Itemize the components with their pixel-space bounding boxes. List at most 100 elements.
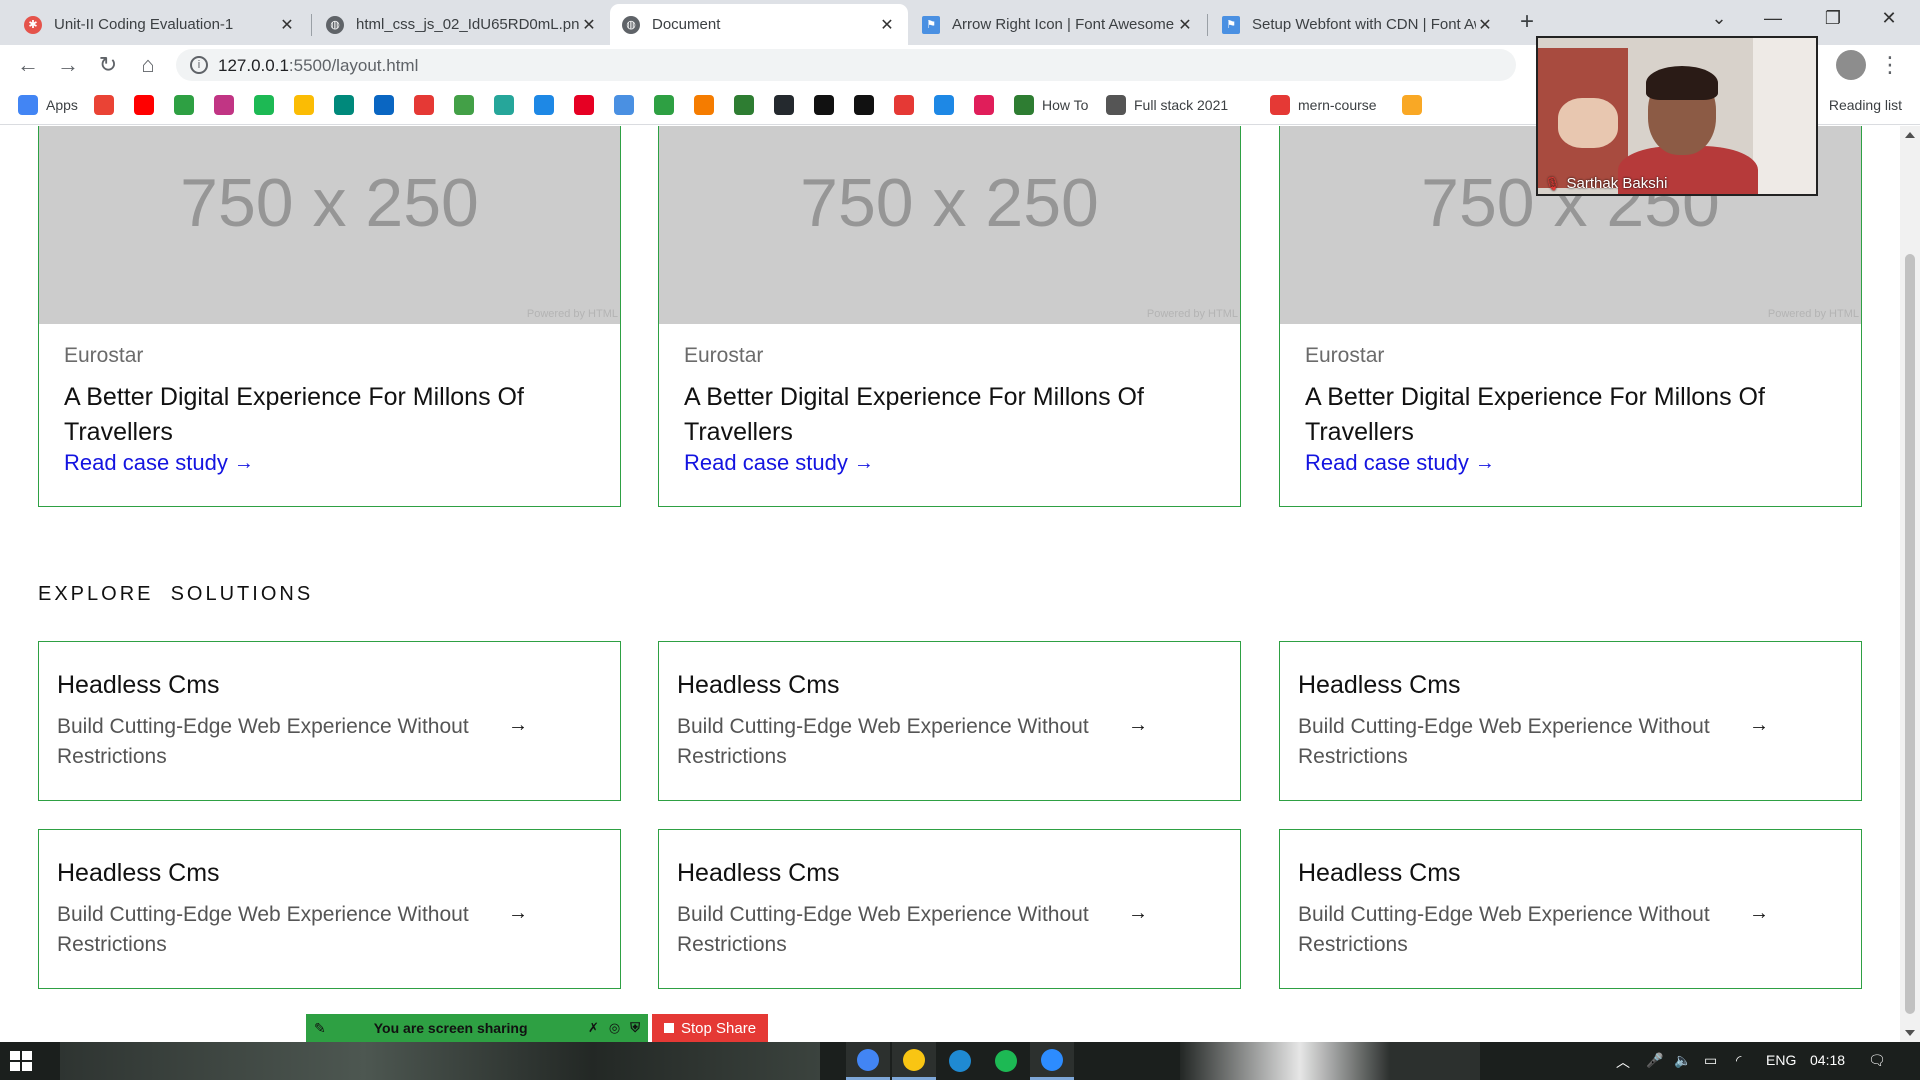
solution-card[interactable]: Headless Cms Build Cutting-Edge Web Expe… (1279, 641, 1862, 801)
address-bar[interactable]: i 127.0.0.1:5500/layout.html (176, 49, 1516, 81)
tab-html-css-js-image[interactable]: ◍ html_css_js_02_IdU65RD0mL.png ✕ (314, 4, 610, 45)
shield-icon[interactable]: ⛨ (630, 1020, 640, 1036)
taskbar-app-button[interactable] (846, 1042, 890, 1080)
arrow-right-icon: → (233, 451, 254, 474)
solution-card[interactable]: Headless Cms Build Cutting-Edge Web Expe… (38, 829, 621, 989)
tab-document[interactable]: ◍ Document ✕ (610, 4, 908, 45)
bookmark-item[interactable] (534, 94, 554, 116)
stop-share-button[interactable]: Stop Share (652, 1014, 769, 1042)
tray-chevron-icon[interactable]: ︿ (1616, 1052, 1630, 1072)
bookmark-item[interactable] (134, 94, 154, 116)
bookmark-item[interactable] (654, 94, 674, 116)
bookmark-item[interactable] (774, 94, 794, 116)
taskbar-app-button[interactable] (1030, 1042, 1074, 1080)
language-indicator[interactable]: ENG (1766, 1052, 1796, 1068)
masai-icon: ✱ (24, 15, 42, 34)
arrow-right-icon[interactable]: → (508, 902, 528, 925)
solution-card[interactable]: Headless Cms Build Cutting-Edge Web Expe… (658, 829, 1241, 989)
close-icon[interactable]: ✕ (878, 15, 896, 35)
restore-icon[interactable]: ❐ (1810, 8, 1856, 29)
bookmark-item[interactable] (574, 94, 594, 116)
wifi-icon[interactable]: ◜ (1736, 1052, 1741, 1069)
bookmark-item[interactable] (294, 94, 314, 116)
bookmark-item[interactable]: mern-course (1270, 94, 1377, 116)
arrow-right-icon[interactable]: → (508, 714, 528, 737)
close-icon[interactable]: ✕ (1176, 15, 1194, 35)
bookmark-item[interactable] (1402, 94, 1422, 116)
bookmark-item[interactable] (374, 94, 394, 116)
bookmark-item[interactable] (894, 94, 914, 116)
case-study-image-placeholder: 750 x 250 Powered by HTML (659, 126, 1240, 324)
bookmark-item[interactable] (614, 94, 634, 116)
clock[interactable]: 04:18 (1810, 1052, 1845, 1068)
microphone-icon[interactable]: 🎤 (1646, 1052, 1663, 1069)
battery-icon[interactable]: ▭ (1704, 1052, 1717, 1069)
windows-start-icon[interactable] (10, 1051, 32, 1071)
reload-icon[interactable]: ↻ (94, 51, 122, 79)
volume-icon[interactable]: 🔈 (1674, 1052, 1691, 1069)
read-case-study-link[interactable]: Read case study → (684, 450, 874, 476)
new-tab-button[interactable]: + (1520, 8, 1534, 36)
site-info-icon[interactable]: i (190, 56, 208, 74)
bookmark-item[interactable] (454, 94, 474, 116)
solution-title: Headless Cms (677, 671, 840, 699)
forward-arrow-icon[interactable]: → (54, 51, 82, 79)
bookmark-item[interactable] (414, 94, 434, 116)
close-icon[interactable]: ✕ (278, 15, 296, 35)
read-case-study-link[interactable]: Read case study → (64, 450, 254, 476)
bookmark-item[interactable] (734, 94, 754, 116)
read-case-study-link[interactable]: Read case study → (1305, 450, 1495, 476)
bookmark-item[interactable] (94, 94, 114, 116)
arrow-right-icon[interactable]: → (1128, 714, 1148, 737)
bookmark-item[interactable] (494, 94, 514, 116)
arrow-right-icon[interactable]: → (1749, 902, 1769, 925)
apps-grid-icon (18, 95, 38, 115)
address-url[interactable]: 127.0.0.1:5500/layout.html (218, 56, 418, 76)
solution-card[interactable]: Headless Cms Build Cutting-Edge Web Expe… (658, 641, 1241, 801)
record-icon[interactable]: ◎ (609, 1020, 620, 1036)
bookmark-item[interactable] (854, 94, 874, 116)
tab-setup-webfont[interactable]: ⚑ Setup Webfont with CDN | Font Awesome … (1210, 4, 1506, 45)
screen-sharing-indicator[interactable]: ✎ You are screen sharing ✗ ◎ ⛨ (306, 1014, 648, 1042)
profile-avatar[interactable] (1836, 50, 1866, 80)
tab-search-chevron-icon[interactable]: ⌄ (1696, 8, 1742, 29)
case-study-image-placeholder: 750 x 250 Powered by HTML (39, 126, 620, 324)
bookmark-item[interactable]: Full stack 2021 (1106, 94, 1228, 116)
arrow-right-icon[interactable]: → (1128, 902, 1148, 925)
close-icon[interactable]: ✕ (580, 15, 598, 35)
more-menu-icon[interactable]: ⋮ (1876, 51, 1904, 79)
bookmark-item[interactable] (694, 94, 714, 116)
scrollbar-thumb[interactable] (1905, 254, 1915, 1014)
taskbar-app-button[interactable] (984, 1042, 1028, 1080)
minimize-icon[interactable]: — (1750, 8, 1796, 29)
bookmark-item[interactable] (974, 94, 994, 116)
scroll-down-arrow-icon[interactable] (1905, 1030, 1915, 1036)
bookmark-item[interactable] (934, 94, 954, 116)
zoom-video-thumbnail[interactable]: 🎙 Sarthak Bakshi (1536, 36, 1818, 196)
window-close-icon[interactable]: ✕ (1866, 8, 1912, 29)
close-icon[interactable]: ✕ (1476, 15, 1494, 35)
page-scrollbar[interactable] (1900, 126, 1920, 1042)
bookmark-item[interactable] (334, 94, 354, 116)
solution-card[interactable]: Headless Cms Build Cutting-Edge Web Expe… (1279, 829, 1862, 989)
bookmark-item[interactable]: How To (1014, 94, 1088, 116)
solution-card[interactable]: Headless Cms Build Cutting-Edge Web Expe… (38, 641, 621, 801)
bookmark-item[interactable] (814, 94, 834, 116)
scroll-up-arrow-icon[interactable] (1905, 132, 1915, 138)
bookmark-item[interactable]: Apps (18, 94, 78, 116)
bookmark-item[interactable] (214, 94, 234, 116)
mute-mic-icon[interactable]: ✗ (588, 1020, 599, 1036)
tab-arrow-right-icon[interactable]: ⚑ Arrow Right Icon | Font Awesome ✕ (910, 4, 1206, 45)
notifications-icon[interactable]: 🗨 (1868, 1052, 1886, 1069)
bookmark-item[interactable] (174, 94, 194, 116)
reading-list-button[interactable]: Reading list (1829, 94, 1902, 116)
tab-unit-ii-coding-evaluation[interactable]: ✱ Unit-II Coding Evaluation-1 ✕ (12, 4, 308, 45)
tab-title: Unit-II Coding Evaluation-1 (54, 16, 234, 33)
taskbar-app-button[interactable] (938, 1042, 982, 1080)
home-icon[interactable]: ⌂ (134, 51, 162, 79)
arrow-right-icon[interactable]: → (1749, 714, 1769, 737)
taskbar-app-button[interactable] (892, 1042, 936, 1080)
bookmark-item[interactable] (254, 94, 274, 116)
stop-icon (664, 1023, 674, 1033)
back-arrow-icon[interactable]: ← (14, 51, 42, 79)
